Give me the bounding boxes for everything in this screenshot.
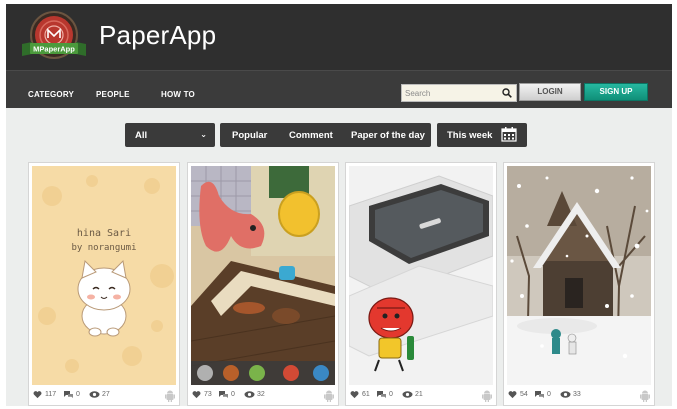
app-logo[interactable]: MPaperApp <box>18 8 90 66</box>
comment-icon[interactable] <box>376 390 387 399</box>
search-icon[interactable] <box>502 88 512 98</box>
android-icon <box>165 390 175 402</box>
wallpaper-card[interactable]: hina Sari by norangumi 117 0 27 <box>28 162 180 406</box>
comment-count: 0 <box>389 391 393 398</box>
calendar-icon[interactable] <box>501 127 517 142</box>
eye-icon <box>402 391 413 398</box>
tab-paper-of-the-day[interactable]: Paper of the day <box>351 130 425 141</box>
comment-icon[interactable] <box>63 390 74 399</box>
heart-icon[interactable] <box>350 390 359 399</box>
eye-icon <box>244 391 255 398</box>
wallpaper-thumbnail[interactable] <box>349 166 493 385</box>
android-icon <box>482 390 492 402</box>
login-button[interactable]: LOGIN <box>519 83 581 101</box>
wallpaper-text-title: hina Sari <box>77 228 131 239</box>
heart-icon[interactable] <box>33 390 42 399</box>
card-stats: 54 0 33 <box>508 389 652 403</box>
eye-icon <box>560 391 571 398</box>
view-count: 27 <box>102 391 110 398</box>
heart-icon[interactable] <box>192 390 201 399</box>
sort-tabs: Popular Comment Paper of the day <box>220 123 431 147</box>
wallpaper-thumbnail[interactable] <box>507 166 651 385</box>
comment-icon[interactable] <box>218 390 229 399</box>
date-filter[interactable]: This week <box>437 123 527 147</box>
eye-icon <box>89 391 100 398</box>
view-count: 33 <box>573 391 581 398</box>
nav-item-how-to[interactable]: HOW TO <box>161 90 195 99</box>
date-filter-label: This week <box>447 130 493 141</box>
like-count: 61 <box>362 391 370 398</box>
like-count: 117 <box>45 391 57 398</box>
wallpaper-card[interactable]: 61 0 21 <box>345 162 497 406</box>
signup-button[interactable]: SIGN UP <box>584 83 648 101</box>
wallpaper-text-author: by norangumi <box>71 243 136 253</box>
main-nav: CATEGORY PEOPLE HOW TO LOGIN SIGN UP <box>6 70 672 108</box>
android-icon <box>640 390 650 402</box>
nav-item-category[interactable]: CATEGORY <box>28 90 74 99</box>
comment-count: 0 <box>76 391 80 398</box>
android-icon <box>324 390 334 402</box>
tab-popular[interactable]: Popular <box>232 130 267 141</box>
tab-comment[interactable]: Comment <box>289 130 333 141</box>
like-count: 54 <box>520 391 528 398</box>
logo-text: MPaperApp <box>33 45 75 54</box>
comment-count: 0 <box>231 391 235 398</box>
category-dropdown[interactable]: All ⌄ <box>125 123 215 147</box>
comment-icon[interactable] <box>534 390 545 399</box>
wallpaper-card[interactable]: 54 0 33 <box>503 162 655 406</box>
wallpaper-thumbnail[interactable]: hina Sari by norangumi <box>32 166 176 385</box>
page-frame: MPaperApp PaperApp CATEGORY PEOPLE HOW T… <box>6 4 672 406</box>
search-box <box>401 84 517 102</box>
search-input[interactable] <box>405 87 497 100</box>
view-count: 32 <box>257 391 265 398</box>
card-stats: 73 0 32 <box>192 389 336 403</box>
app-title[interactable]: PaperApp <box>99 20 216 51</box>
wallpaper-card[interactable]: 73 0 32 <box>187 162 339 406</box>
chevron-down-icon: ⌄ <box>200 130 207 139</box>
card-stats: 117 0 27 <box>33 389 177 403</box>
comment-count: 0 <box>547 391 551 398</box>
heart-icon[interactable] <box>508 390 517 399</box>
category-dropdown-label: All <box>135 130 148 141</box>
like-count: 73 <box>204 391 212 398</box>
site-header: MPaperApp PaperApp <box>6 4 672 70</box>
wallpaper-thumbnail[interactable] <box>191 166 335 385</box>
view-count: 21 <box>415 391 423 398</box>
nav-item-people[interactable]: PEOPLE <box>96 90 130 99</box>
card-stats: 61 0 21 <box>350 389 494 403</box>
